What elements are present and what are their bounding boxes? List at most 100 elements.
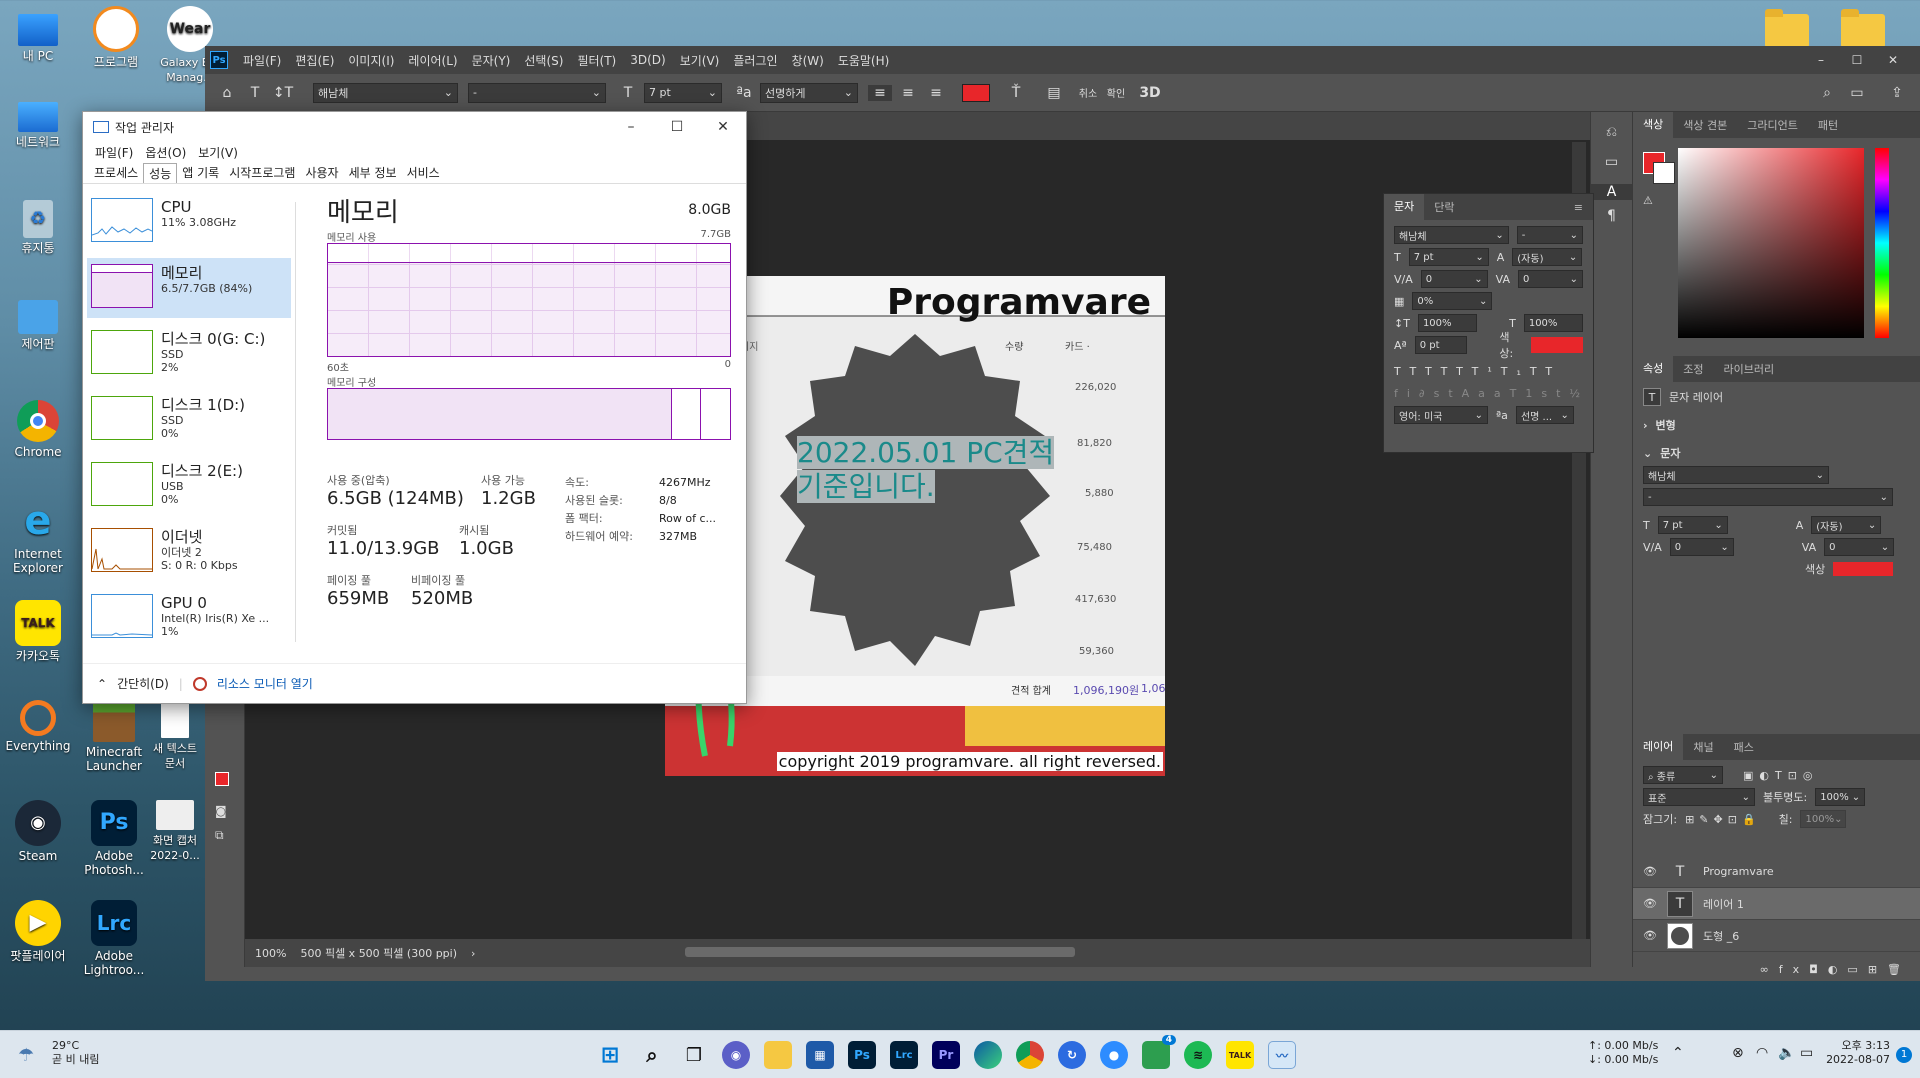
warp-text-icon[interactable]: Ť [1004, 85, 1028, 101]
perf-item-disk0[interactable]: 디스크 0(G: C:) SSD 2% [87, 324, 291, 384]
taskview-icon[interactable]: ❐ [680, 1041, 708, 1069]
props-leading-select[interactable]: (자동) ⌄ [1811, 516, 1882, 534]
ps-menu-select[interactable]: 선택(S) [517, 52, 570, 69]
close-icon[interactable]: ✕ [1875, 46, 1911, 74]
ps-menu-3d[interactable]: 3D(D) [623, 53, 672, 67]
iobit-icon[interactable]: ↻ [1058, 1041, 1086, 1069]
ps-menu-type[interactable]: 문자(Y) [465, 52, 518, 69]
char-style-select[interactable]: - ⌄ [1516, 226, 1583, 244]
desktop-icon-screenshot[interactable]: 화면 캡처 2022-0... [150, 800, 200, 863]
text-color-swatch[interactable] [962, 83, 990, 102]
clock[interactable]: 오후 3:13 2022-08-07 [1810, 1039, 1890, 1067]
tab-layers[interactable]: 레이어 [1633, 734, 1684, 760]
layer-row[interactable]: 👁 T 레이어 1 [1633, 888, 1920, 920]
tab-users[interactable]: 사용자 [300, 163, 343, 183]
antialias-select[interactable]: 선명하게 ⌄ [760, 82, 858, 103]
file-explorer-icon[interactable] [764, 1041, 792, 1069]
maximize-icon[interactable]: ☐ [654, 112, 700, 142]
desktop-icon-my-pc[interactable]: 내 PC [0, 8, 76, 63]
tm-menu-view[interactable]: 보기(V) [192, 144, 244, 161]
tab-services[interactable]: 서비스 [402, 163, 445, 183]
close-icon[interactable]: ✕ [700, 112, 746, 142]
ps-menu-edit[interactable]: 편집(E) [288, 52, 341, 69]
cancel-button[interactable]: 취소 [1076, 85, 1100, 100]
fill-input[interactable]: 100% ⌄ [1800, 810, 1847, 828]
premiere-taskbar-icon[interactable]: Pr [932, 1041, 960, 1069]
align-center-icon[interactable]: ≡ [896, 85, 920, 101]
minimize-icon[interactable]: – [608, 112, 654, 142]
tab-color[interactable]: 색상 [1633, 112, 1674, 138]
char-font-select[interactable]: 해남체 ⌄ [1394, 226, 1509, 244]
tab-paths[interactable]: 패스 [1724, 739, 1764, 755]
tab-properties[interactable]: 속성 [1633, 356, 1674, 382]
eye-icon[interactable]: 👁 [1643, 897, 1657, 910]
opentype-buttons[interactable]: fi∂stAaaT1st½ [1384, 382, 1593, 404]
ps-menu-view[interactable]: 보기(V) [673, 52, 727, 69]
weather-widget[interactable]: 29°C 곧 비 내림 [52, 1039, 99, 1067]
desktop-icon-potplayer[interactable]: ▶ 팟플레이어 [0, 900, 76, 963]
ps-menu-file[interactable]: 파일(F) [236, 52, 288, 69]
desktop-icon-recycle-bin[interactable]: ♻ 휴지통 [0, 200, 76, 255]
kakaotalk-taskbar-icon[interactable]: TALK [1226, 1041, 1254, 1069]
tab-character[interactable]: 문자 [1384, 194, 1425, 220]
tab-libraries[interactable]: 라이브러리 [1714, 361, 1785, 377]
layer-actions[interactable]: ∞fx◘◐▭⊞🗑 [1633, 958, 1920, 980]
start-icon[interactable]: ⊞ [596, 1041, 624, 1069]
taskmanager-taskbar-icon[interactable]: 〰 [1268, 1041, 1296, 1069]
gamebar-icon[interactable]: 4 [1142, 1035, 1176, 1069]
layer-row[interactable]: 👁 T Programvare [1633, 856, 1920, 888]
minimize-icon[interactable]: – [1803, 46, 1839, 74]
photoshop-taskbar-icon[interactable]: Ps [848, 1041, 876, 1069]
chevron-up-icon[interactable]: ⌃ [1672, 1045, 1684, 1061]
tab-paragraph[interactable]: 단락 [1424, 199, 1464, 215]
tab-app-history[interactable]: 앱 기록 [177, 163, 224, 183]
tab-processes[interactable]: 프로세스 [89, 163, 143, 183]
ps-menu-image[interactable]: 이미지(I) [341, 52, 401, 69]
opacity-input[interactable]: 100% ⌄ [1815, 788, 1866, 806]
maximize-icon[interactable]: ☐ [1839, 46, 1875, 74]
char-scale-select[interactable]: 0% ⌄ [1412, 292, 1493, 310]
desktop-icon-chrome[interactable]: Chrome [0, 400, 76, 459]
language-select[interactable]: 영어: 미국 ⌄ [1394, 406, 1488, 424]
blend-mode-select[interactable]: 표준 ⌄ [1643, 788, 1755, 806]
layer-filter-select[interactable]: ⌕ 종류 ⌄ [1643, 766, 1723, 784]
quick-mask-icon[interactable]: ◙ [215, 804, 227, 818]
commit-button[interactable]: 확인 [1104, 85, 1128, 100]
home-icon[interactable]: ⌂ [215, 85, 239, 101]
char-panel-toggle-icon[interactable]: ▤ [1042, 85, 1066, 101]
props-kerning-select[interactable]: 0 ⌄ [1669, 538, 1734, 556]
desktop-icon-network[interactable]: 네트워크 [0, 102, 76, 149]
char-kerning-select[interactable]: 0 ⌄ [1420, 270, 1488, 288]
workspace-icon[interactable]: ▭ [1845, 85, 1869, 101]
perf-item-ethernet[interactable]: 이더넷 이더넷 2 S: 0 R: 0 Kbps [87, 522, 291, 582]
status-arrow-icon[interactable]: › [471, 947, 475, 960]
desktop-icon-lightroom[interactable]: Lrc Adobe Lightroo... [76, 900, 152, 977]
props-tracking-select[interactable]: 0 ⌄ [1824, 538, 1895, 556]
comments-icon[interactable]: ▭ [1591, 154, 1632, 170]
tab-startup[interactable]: 시작프로그램 [224, 163, 300, 183]
char-antialias-select[interactable]: 선명 ... ⌄ [1515, 406, 1574, 424]
horizontal-scrollbar[interactable] [685, 947, 1075, 957]
desktop-icon-photoshop[interactable]: Ps Adobe Photosh... [76, 800, 152, 877]
tab-details[interactable]: 세부 정보 [344, 163, 402, 183]
chrome-taskbar-icon[interactable] [1016, 1041, 1044, 1069]
notification-count[interactable]: 1 [1896, 1047, 1912, 1063]
tray-app-icon[interactable]: ⊗ [1732, 1045, 1744, 1061]
char-vscale-input[interactable]: 100% [1417, 314, 1478, 332]
desktop-icon-control-panel[interactable]: 제어판 [0, 300, 76, 351]
align-right-icon[interactable]: ≡ [924, 85, 948, 101]
ps-menu-layer[interactable]: 레이어(L) [401, 52, 464, 69]
perf-item-disk2[interactable]: 디스크 2(E:) USB 0% [87, 456, 291, 516]
ps-menu-plugins[interactable]: 플러그인 [726, 52, 784, 69]
font-style-select[interactable]: - ⌄ [468, 82, 606, 103]
font-family-select[interactable]: 해남체 ⌄ [313, 82, 458, 103]
props-text-section[interactable]: ⌄ 문자 [1633, 442, 1920, 464]
weather-icon[interactable]: ☂ [18, 1045, 34, 1066]
text-orientation-icon[interactable]: ↕T [271, 85, 295, 101]
desktop-icon-ie[interactable]: e Internet Explorer [0, 498, 76, 575]
layer-filter-icons[interactable]: ▣◐T⊡◎ [1743, 769, 1819, 782]
folder-icon[interactable] [1765, 9, 1809, 48]
screen-mode-icon[interactable]: ⧉ [215, 828, 224, 843]
char-color-swatch[interactable] [1530, 337, 1583, 353]
lock-icons[interactable]: ⊞✎✥⊡🔒 [1685, 813, 1761, 826]
